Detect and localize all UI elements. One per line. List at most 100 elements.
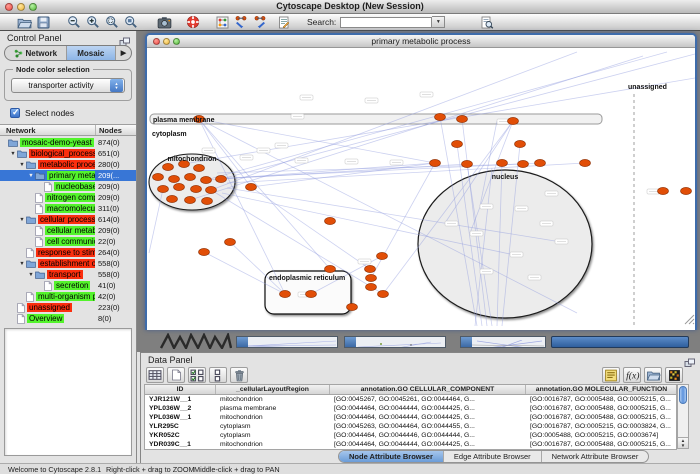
table-row[interactable]: YPL036W__1mitochondrion[GO:0044464, GO:0… <box>145 413 676 422</box>
tree-row-label: transport <box>47 270 83 279</box>
zoom-in-icon[interactable] <box>85 15 101 29</box>
tree-row-transport[interactable]: ▼ transport 558(0) <box>0 269 136 280</box>
edge <box>230 242 285 294</box>
minimized-window-preview <box>472 337 545 347</box>
gene-node <box>216 175 227 182</box>
resize-grip-icon[interactable] <box>684 312 695 330</box>
tree-row-lead: ▼cellular process <box>0 215 95 224</box>
tree-expander-icon[interactable]: ▼ <box>27 272 35 278</box>
tree-header[interactable]: Network Nodes <box>0 124 136 136</box>
table-row[interactable]: YLR295Ccytoplasm[GO:0045263, GO:0044464,… <box>145 422 676 431</box>
tree-expander-icon[interactable]: ▼ <box>18 217 26 223</box>
table-scrollbar[interactable]: ▲▼ <box>677 384 689 449</box>
minimized-window[interactable] <box>344 336 446 348</box>
tree-expander-icon[interactable]: ▼ <box>18 162 26 168</box>
tree-row-mosaic-demo-yeast[interactable]: mosaic-demo-yeast874(0) <box>0 137 136 148</box>
column-header[interactable]: _cellularLayoutRegion <box>216 385 330 394</box>
tree-expander-icon[interactable]: ▼ <box>9 151 17 157</box>
tree-row-establishment-of-lo[interactable]: ▼establishment of lo558(0) <box>0 258 136 269</box>
tree-row-lead: multi-organism pro <box>0 292 95 302</box>
tree-row-primary-metabo[interactable]: ▼primary metabo209(... <box>0 170 136 181</box>
tree-row-secretion[interactable]: secretion41(0) <box>0 280 136 291</box>
table-row[interactable]: YKR052Ccytoplasm[GO:0044464, GO:0044446,… <box>145 431 676 440</box>
minimized-window-bar[interactable] <box>551 336 689 348</box>
gene-node <box>366 283 377 290</box>
net-close-button[interactable] <box>153 38 160 45</box>
tree-row-response-to-stimulu[interactable]: response to stimulu264(0) <box>0 247 136 258</box>
table-row[interactable]: YJR121W__1mitochondrion[GO:0045267, GO:0… <box>145 395 676 404</box>
file-icon <box>35 204 43 214</box>
network-window-titlebar[interactable]: primary metabolic process <box>147 35 695 48</box>
batch-select-attributes-button[interactable] <box>188 367 206 383</box>
net-minimize-button[interactable] <box>163 38 170 45</box>
tree-row-cellular-metabo[interactable]: cellular metabo209(0) <box>0 225 136 236</box>
snapshot-icon[interactable] <box>156 15 172 29</box>
tree-row-cell-communicat[interactable]: cell communicat22(0) <box>0 236 136 247</box>
float-data-panel-icon[interactable] <box>684 355 696 365</box>
matrix-view-button[interactable] <box>665 367 683 383</box>
zoom-selected-region-icon[interactable] <box>104 15 120 29</box>
network-view-window[interactable]: primary metabolic process plasma membran… <box>145 33 697 330</box>
function-builder-button[interactable]: f(x) <box>623 367 641 383</box>
tree-row-nucleobase-[interactable]: nucleobase-209(0) <box>0 181 136 192</box>
import-attributes-button[interactable] <box>644 367 662 383</box>
tree-row-node-count: 558(0) <box>98 270 120 279</box>
search-dropdown-button[interactable]: ▼ <box>432 16 445 28</box>
tree-row-node-count: 209(... <box>98 171 119 180</box>
tree-expander-icon[interactable]: ▼ <box>18 261 26 267</box>
combobox-arrows-icon[interactable]: ▲▼ <box>110 79 123 92</box>
birds-eye-view[interactable] <box>4 328 132 456</box>
scrollbar-thumb[interactable] <box>679 386 687 404</box>
tree-expander-icon[interactable]: ▼ <box>27 173 35 179</box>
select-attributes-button[interactable] <box>146 367 164 383</box>
tree-row-overview[interactable]: Overview8(0) <box>0 313 136 324</box>
import-network-icon[interactable] <box>214 15 230 29</box>
minimized-window[interactable] <box>460 336 546 348</box>
tree-row-lead: response to stimulu <box>0 248 95 258</box>
tree-row-macromolecule[interactable]: macromolecule311(0) <box>0 203 136 214</box>
unselect-attributes-button[interactable] <box>209 367 227 383</box>
attribute-table-header[interactable]: ID_cellularLayoutRegionannotation.GO CEL… <box>144 384 677 395</box>
select-nodes-checkbox[interactable] <box>10 108 20 118</box>
tab-mosaic[interactable]: Mosaic <box>67 46 116 60</box>
save-session-icon[interactable] <box>35 15 51 29</box>
attribute-editor-button[interactable] <box>602 367 620 383</box>
column-header[interactable]: annotation.GO MOLECULAR_FUNCTION <box>526 385 678 394</box>
tree-row-cellular-process[interactable]: ▼cellular process614(0) <box>0 214 136 225</box>
import-edge-attributes-icon[interactable] <box>252 15 268 29</box>
tab-node-attribute-browser[interactable]: Node Attribute Browser <box>339 451 444 462</box>
node-color-combobox[interactable]: transporter activity ▲▼ <box>11 78 125 93</box>
column-header[interactable]: annotation.GO CELLULAR_COMPONENT <box>330 385 526 394</box>
column-header[interactable]: ID <box>145 385 216 394</box>
search-input[interactable] <box>340 17 432 28</box>
minimized-window[interactable] <box>236 336 338 348</box>
tree-row-unassigned[interactable]: unassigned223(0) <box>0 302 136 313</box>
import-node-attributes-icon[interactable] <box>233 15 249 29</box>
net-zoom-button[interactable] <box>173 38 180 45</box>
zoom-fit-icon[interactable] <box>123 15 139 29</box>
annotation-tool-icon[interactable] <box>276 15 292 29</box>
help-ring-icon[interactable] <box>185 15 201 29</box>
table-row[interactable]: YPL036W__2plasma membrane[GO:0044464, GO… <box>145 404 676 413</box>
table-row[interactable]: YDR039C__1mitochondrion[GO:0044464, GO:0… <box>145 440 676 449</box>
tree-row-multi-organism-pro[interactable]: multi-organism pro42(0) <box>0 291 136 302</box>
tree-row-biological-process[interactable]: ▼biological_process651(0) <box>0 148 136 159</box>
tab-overflow-arrow[interactable]: ▶ <box>116 46 131 60</box>
tab-network-attribute-browser[interactable]: Network Attribute Browser <box>542 451 649 462</box>
tree-row-node-count: 209(0) <box>98 182 120 191</box>
minimized-window-zigzag[interactable] <box>160 333 232 354</box>
network-canvas[interactable]: plasma membranecytoplasmmitochondrionnuc… <box>147 48 695 330</box>
open-session-icon[interactable] <box>16 15 32 29</box>
float-panel-icon[interactable] <box>119 34 131 44</box>
minimized-window-preview <box>248 337 337 347</box>
file-icon <box>44 182 52 192</box>
tree-row-nitrogen-compo[interactable]: nitrogen compo209(0) <box>0 192 136 203</box>
zoom-out-icon[interactable] <box>66 15 82 29</box>
scrollbar-buttons[interactable]: ▲▼ <box>678 437 688 448</box>
enhanced-search-icon[interactable] <box>479 15 495 29</box>
create-attribute-button[interactable] <box>167 367 185 383</box>
tree-row-metabolic-process[interactable]: ▼metabolic process280(0) <box>0 159 136 170</box>
delete-attributes-button[interactable] <box>230 367 248 383</box>
tab-network[interactable]: Network <box>5 46 67 60</box>
tab-edge-attribute-browser[interactable]: Edge Attribute Browser <box>444 451 542 462</box>
